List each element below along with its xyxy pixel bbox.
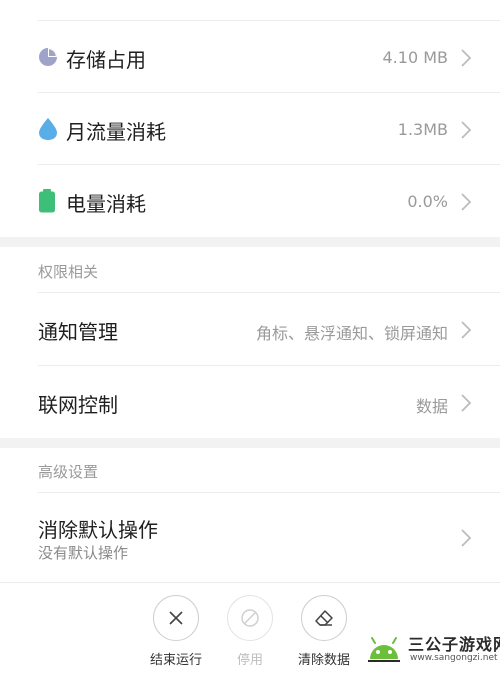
network-control-label: 联网控制 bbox=[38, 393, 118, 417]
force-stop-button[interactable]: 结束运行 bbox=[136, 595, 216, 668]
bottom-action-bar: 结束运行 停用 清除数据 三公子游戏网 www.sangongzi.net bbox=[0, 582, 500, 677]
battery-usage-label: 电量消耗 bbox=[66, 192, 146, 216]
chevron-right-icon bbox=[461, 193, 472, 211]
notification-management-label: 通知管理 bbox=[38, 320, 118, 344]
chevron-right-icon bbox=[461, 321, 472, 339]
battery-usage-row[interactable]: 电量消耗 0.0% bbox=[0, 165, 500, 237]
clear-data-label: 清除数据 bbox=[297, 653, 350, 668]
pie-chart-icon bbox=[39, 48, 57, 66]
force-stop-circle bbox=[153, 595, 199, 641]
clear-data-circle bbox=[301, 595, 347, 641]
site-watermark: 三公子游戏网 www.sangongzi.net bbox=[364, 629, 500, 671]
permissions-header: 权限相关 bbox=[38, 263, 99, 281]
clear-defaults-subtext: 没有默认操作 bbox=[38, 544, 129, 562]
chevron-right-icon bbox=[461, 529, 472, 547]
network-control-row[interactable]: 联网控制 数据 bbox=[0, 366, 500, 438]
close-icon bbox=[169, 611, 183, 625]
force-stop-label: 结束运行 bbox=[149, 653, 202, 668]
clear-defaults-label: 消除默认操作 bbox=[38, 518, 158, 542]
advanced-section: 高级设置 bbox=[0, 448, 500, 493]
chevron-right-icon bbox=[461, 49, 472, 67]
android-logo-icon bbox=[368, 637, 400, 662]
monthly-data-value: 1.3MB bbox=[397, 120, 448, 139]
notification-management-value: 角标、悬浮通知、锁屏通知 bbox=[255, 324, 448, 343]
storage-usage-label: 存储占用 bbox=[66, 48, 146, 72]
disable-button[interactable]: 停用 bbox=[210, 595, 290, 668]
disable-label: 停用 bbox=[236, 653, 263, 668]
storage-usage-row[interactable]: 存储占用 4.10 MB bbox=[0, 21, 500, 93]
battery-usage-value: 0.0% bbox=[407, 192, 448, 211]
section-gap bbox=[0, 237, 500, 247]
monthly-data-row[interactable]: 月流量消耗 1.3MB bbox=[0, 93, 500, 165]
disable-circle bbox=[227, 595, 273, 641]
chevron-right-icon bbox=[461, 121, 472, 139]
storage-usage-value: 4.10 MB bbox=[382, 48, 449, 67]
water-drop-icon bbox=[39, 118, 57, 140]
notification-management-row[interactable]: 通知管理 角标、悬浮通知、锁屏通知 bbox=[0, 293, 500, 365]
monthly-data-label: 月流量消耗 bbox=[66, 120, 166, 144]
clear-data-button[interactable]: 清除数据 bbox=[284, 595, 364, 668]
advanced-header: 高级设置 bbox=[38, 463, 99, 481]
eraser-icon bbox=[315, 610, 333, 626]
block-icon bbox=[241, 609, 259, 627]
clear-defaults-row[interactable]: 消除默认操作 没有默认操作 bbox=[0, 493, 500, 581]
watermark-title: 三公子游戏网 bbox=[408, 635, 500, 654]
battery-icon bbox=[39, 189, 55, 213]
chevron-right-icon bbox=[461, 394, 472, 412]
network-control-value: 数据 bbox=[415, 397, 448, 416]
section-gap bbox=[0, 438, 500, 448]
permissions-section: 权限相关 bbox=[0, 247, 500, 293]
watermark-url: www.sangongzi.net bbox=[410, 653, 498, 663]
